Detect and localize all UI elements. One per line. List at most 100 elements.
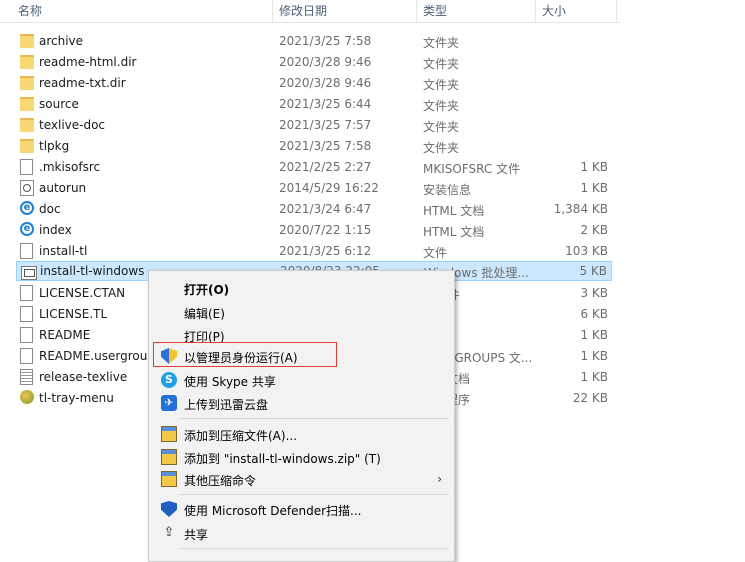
menu-item-add-to-archive[interactable]: 添加到压缩文件(A)...: [149, 423, 454, 445]
file-date: 2021/3/24 6:47: [279, 202, 372, 216]
menu-item-label: 添加到 "install-tl-windows.zip" (T): [184, 452, 381, 466]
menu-item-add-to-zip[interactable]: 添加到 "install-tl-windows.zip" (T): [149, 446, 454, 468]
folder-icon: [20, 97, 34, 111]
file-name: doc: [39, 202, 61, 216]
chevron-right-icon: ›: [437, 472, 442, 486]
defender-icon: [161, 501, 177, 517]
share-icon: ⇪: [163, 525, 175, 540]
file-size: 1 KB: [580, 181, 608, 195]
file-size: 1 KB: [580, 349, 608, 363]
file-type: 文件夹: [423, 99, 460, 113]
file-name: autorun: [39, 181, 87, 195]
file-row[interactable]: autorun 2014/5/29 16:22 安装信息 1 KB: [16, 178, 612, 198]
file-date: 2021/2/25 2:27: [279, 160, 372, 174]
file-size: 103 KB: [565, 244, 608, 258]
column-divider[interactable]: [416, 0, 417, 22]
file-name: README.usergroup: [39, 349, 149, 363]
file-row[interactable]: install-tl 2021/3/25 6:12 文件 103 KB: [16, 241, 612, 261]
file-size: 1 KB: [580, 370, 608, 384]
menu-item-label: 其他压缩命令: [184, 474, 257, 488]
file-date: 2021/3/25 6:44: [279, 97, 372, 111]
menu-item-label: 使用 Skype 共享: [184, 375, 276, 389]
file-icon: [20, 159, 33, 175]
column-divider[interactable]: [616, 0, 617, 22]
file-type: 文件夹: [423, 57, 460, 71]
file-icon: [20, 348, 33, 364]
menu-item-share[interactable]: ⇪ 共享: [149, 522, 454, 544]
file-name: index: [39, 223, 72, 237]
column-type-header[interactable]: 类型: [423, 2, 447, 19]
file-date: 2020/3/28 9:46: [279, 55, 372, 69]
winrar-icon: [161, 426, 177, 442]
file-date: 2020/3/28 9:46: [279, 76, 372, 90]
ie-icon: e: [20, 201, 34, 215]
skype-icon: S: [161, 372, 177, 388]
file-row[interactable]: archive 2021/3/25 7:58 文件夹: [16, 31, 612, 51]
file-name: source: [39, 97, 79, 111]
text-file-icon: [20, 369, 33, 385]
folder-icon: [20, 55, 34, 69]
file-name: readme-txt.dir: [39, 76, 126, 90]
file-icon: [20, 327, 33, 343]
folder-icon: [20, 118, 34, 132]
menu-item-other-compress[interactable]: 其他压缩命令 ›: [149, 468, 454, 490]
menu-separator: [179, 548, 449, 549]
file-row[interactable]: e index 2020/7/22 1:15 HTML 文档 2 KB: [16, 220, 612, 240]
file-size: 22 KB: [572, 391, 608, 405]
file-name: readme-html.dir: [39, 55, 137, 69]
file-type: 文件夹: [423, 78, 460, 92]
menu-item-label: 打开(O): [184, 283, 230, 297]
file-size: 3 KB: [580, 286, 608, 300]
file-row[interactable]: tlpkg 2021/3/25 7:58 文件夹: [16, 136, 612, 156]
highlight-annotation: [153, 342, 337, 367]
file-size: 1 KB: [580, 160, 608, 174]
column-size-header[interactable]: 大小: [542, 2, 566, 19]
file-type: 安装信息: [423, 183, 472, 197]
file-type: HTML 文档: [423, 225, 485, 239]
file-row[interactable]: texlive-doc 2021/3/25 7:57 文件夹: [16, 115, 612, 135]
menu-item-xunlei-upload[interactable]: ✈ 上传到迅雷云盘: [149, 392, 454, 414]
settings-file-icon: [20, 180, 34, 196]
file-name: release-texlive: [39, 370, 128, 384]
file-date: 2021/3/25 6:12: [279, 244, 372, 258]
file-row[interactable]: readme-html.dir 2020/3/28 9:46 文件夹: [16, 52, 612, 72]
file-date: 2014/5/29 16:22: [279, 181, 379, 195]
context-menu: 打开(O) 编辑(E) 打印(P) 以管理员身份运行(A) S 使用 Skype…: [148, 270, 455, 562]
column-divider[interactable]: [535, 0, 536, 22]
column-divider[interactable]: [272, 0, 273, 22]
file-date: 2020/7/22 1:15: [279, 223, 372, 237]
file-type: MKISOFSRC 文件: [423, 162, 521, 176]
column-date-header[interactable]: 修改日期: [279, 2, 327, 19]
file-date: 2021/3/25 7:58: [279, 34, 372, 48]
batch-icon: [21, 266, 37, 280]
menu-item-label: 编辑(E): [184, 307, 225, 321]
file-size: 5 KB: [579, 264, 607, 278]
menu-item-defender-scan[interactable]: 使用 Microsoft Defender扫描...: [149, 498, 454, 520]
folder-icon: [20, 76, 34, 90]
file-type: 文件夹: [423, 120, 460, 134]
file-row[interactable]: .mkisofsrc 2021/2/25 2:27 MKISOFSRC 文件 1…: [16, 157, 612, 177]
menu-item-open[interactable]: 打开(O): [149, 277, 454, 299]
file-name: tlpkg: [39, 139, 70, 153]
menu-item-skype-share[interactable]: S 使用 Skype 共享: [149, 369, 454, 391]
ie-icon: e: [20, 222, 34, 236]
file-row[interactable]: e doc 2021/3/24 6:47 HTML 文档 1,384 KB: [16, 199, 612, 219]
file-icon: [20, 243, 33, 259]
menu-item-edit[interactable]: 编辑(E): [149, 301, 454, 323]
column-name-header[interactable]: 名称: [18, 2, 42, 19]
column-header: 名称 修改日期 类型 大小: [0, 0, 620, 23]
file-size: 1 KB: [580, 328, 608, 342]
tray-app-icon: [20, 390, 34, 404]
menu-item-label: 使用 Microsoft Defender扫描...: [184, 504, 362, 518]
file-type: 文件夹: [423, 36, 460, 50]
file-type: HTML 文档: [423, 204, 485, 218]
xunlei-icon: ✈: [161, 395, 177, 411]
menu-separator: [179, 418, 449, 419]
file-size: 2 KB: [580, 223, 608, 237]
file-date: 2021/3/25 7:58: [279, 139, 372, 153]
winrar-icon: [161, 449, 177, 465]
file-name: tl-tray-menu: [39, 391, 114, 405]
file-row[interactable]: readme-txt.dir 2020/3/28 9:46 文件夹: [16, 73, 612, 93]
folder-icon: [20, 34, 34, 48]
file-row[interactable]: source 2021/3/25 6:44 文件夹: [16, 94, 612, 114]
